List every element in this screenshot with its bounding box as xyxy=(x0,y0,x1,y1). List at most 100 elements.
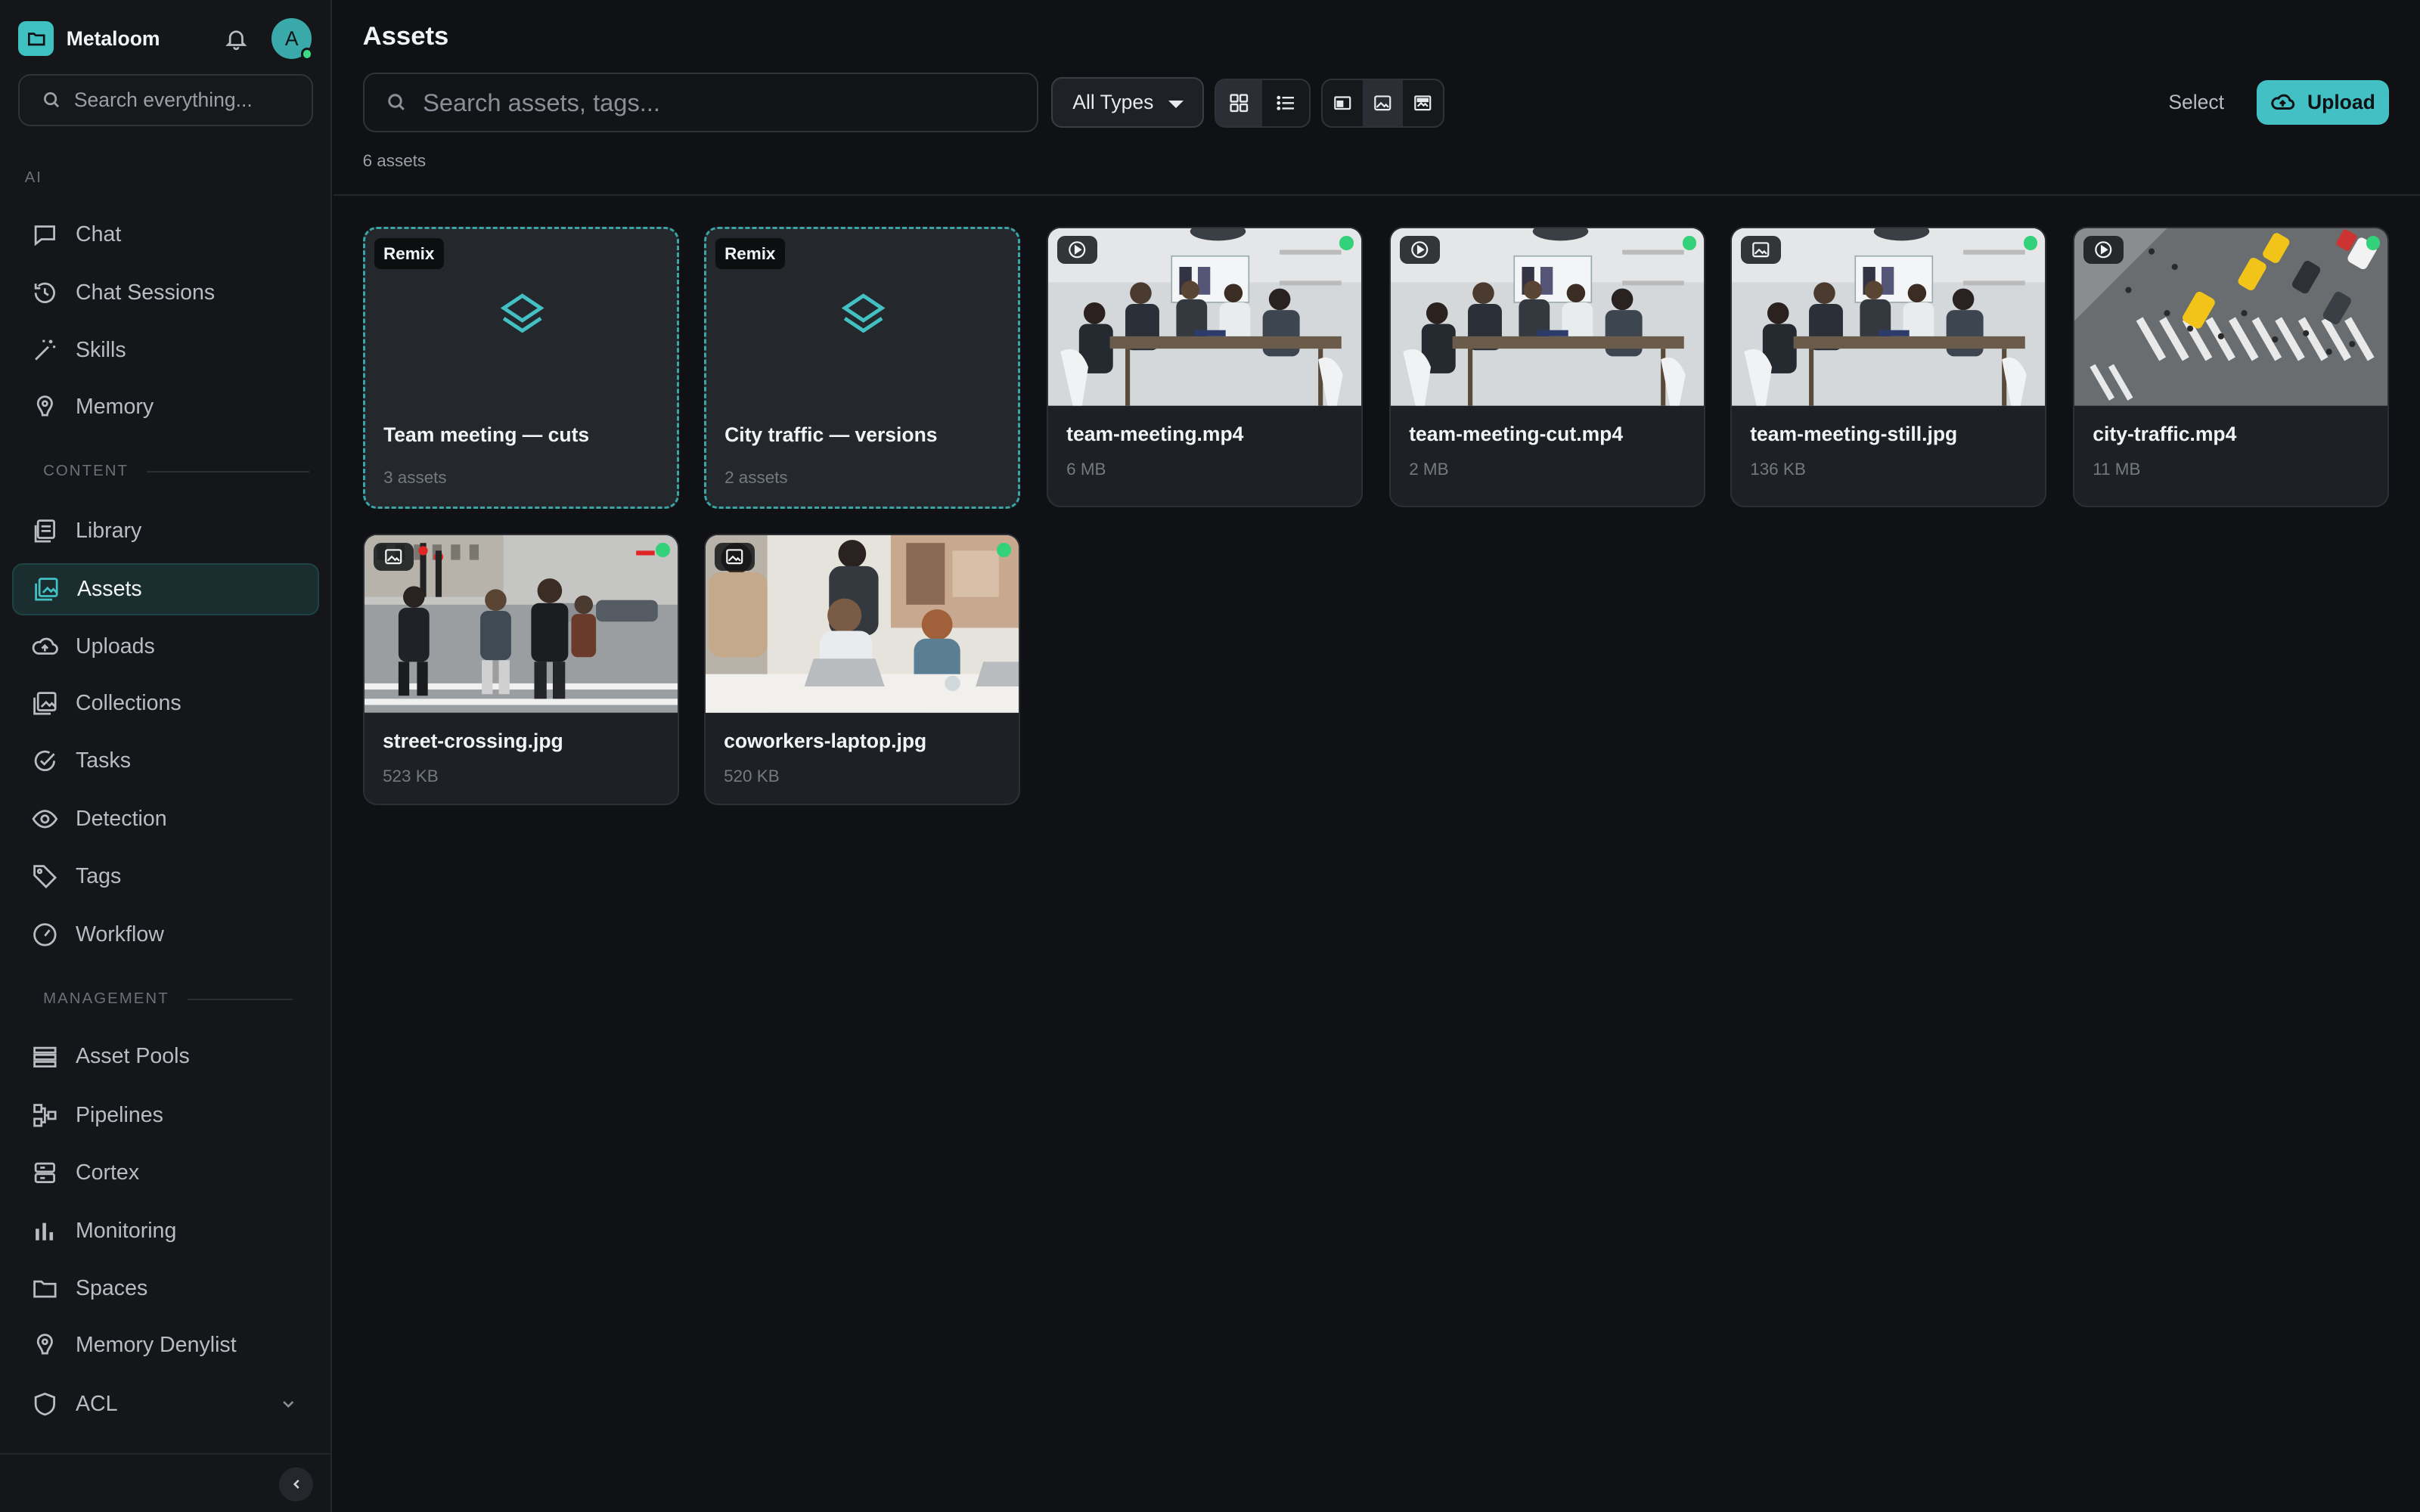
sidebar-item-library[interactable]: Library xyxy=(12,504,319,556)
collapse-sidebar-button[interactable] xyxy=(279,1467,314,1501)
list-icon xyxy=(1277,96,1294,111)
thumb-large-button[interactable] xyxy=(1403,80,1443,126)
asset-meta: 2 assets xyxy=(724,468,788,488)
asset-meta: 2 MB xyxy=(1409,460,1449,479)
memory-icon xyxy=(36,395,53,417)
eye-icon xyxy=(32,810,58,829)
sidebar-item-assets[interactable]: Assets xyxy=(12,562,320,616)
sidebar-item-monitoring[interactable]: Monitoring xyxy=(12,1205,319,1257)
type-filter-select[interactable]: All Types xyxy=(1050,77,1204,129)
pool-icon xyxy=(33,1046,57,1067)
cloud-upload-icon xyxy=(2271,94,2295,110)
asset-name: city-traffic.mp4 xyxy=(2093,423,2237,446)
remix-badge: Remix xyxy=(374,238,444,270)
avatar-initial: A xyxy=(284,26,299,50)
sidebar-item-tasks[interactable]: Tasks xyxy=(12,734,319,786)
list-view-button[interactable] xyxy=(1262,80,1308,126)
status-dot xyxy=(1339,236,1354,250)
grid-view-button[interactable] xyxy=(1216,80,1263,127)
asset-search[interactable] xyxy=(362,72,1039,133)
sidebar-item-memory[interactable]: Memory xyxy=(12,381,319,433)
video-type-icon xyxy=(2083,236,2124,264)
sidebar-item-detection[interactable]: Detection xyxy=(12,793,319,845)
folder-logo-icon xyxy=(18,20,54,57)
asset-meta: 520 KB xyxy=(724,767,780,786)
tag-icon xyxy=(33,864,57,888)
asset-meta: 523 KB xyxy=(383,767,439,786)
sidebar-item-asset-pools[interactable]: Asset Pools xyxy=(12,1030,319,1083)
asset-search-input[interactable] xyxy=(423,88,1010,117)
section-label-content: CONTENT xyxy=(43,463,309,480)
sidebar-item-spaces[interactable]: Spaces xyxy=(12,1262,319,1314)
view-mode-toggle xyxy=(1215,79,1311,129)
video-type-icon xyxy=(1399,236,1440,264)
grid-icon xyxy=(1230,94,1249,113)
image-icon xyxy=(1374,95,1392,111)
type-filter-value: All Types xyxy=(1072,91,1154,114)
select-button[interactable]: Select xyxy=(2168,91,2224,114)
sidebar-item-tags[interactable]: Tags xyxy=(12,850,319,902)
asset-card[interactable]: team-meeting.mp4 6 MB xyxy=(1046,226,1364,508)
asset-name: Team meeting — cuts xyxy=(383,423,590,447)
status-dot xyxy=(1682,236,1696,250)
chevron-down-icon[interactable] xyxy=(279,1395,297,1413)
sidebar-item-chat-sessions[interactable]: Chat Sessions xyxy=(12,267,319,319)
avatar[interactable]: A xyxy=(271,18,314,60)
asset-card[interactable]: street-crossing.jpg 523 KB xyxy=(362,534,679,806)
sidebar-item-skills[interactable]: Skills xyxy=(12,324,319,376)
app-name: Metaloom xyxy=(66,26,160,50)
asset-meta: 11 MB xyxy=(2093,460,2141,479)
status-dot xyxy=(997,543,1011,557)
search-icon xyxy=(388,94,405,111)
asset-card[interactable]: city-traffic.mp4 11 MB xyxy=(2072,226,2390,508)
chat-icon xyxy=(34,225,55,246)
asset-group-card[interactable]: Remix City traffic — versions 2 assets xyxy=(703,226,1020,510)
cloud-upload-icon xyxy=(32,637,58,655)
asset-count: 6 assets xyxy=(362,150,427,170)
folder-icon xyxy=(33,1280,57,1298)
asset-card[interactable]: coworkers-laptop.jpg 520 KB xyxy=(703,534,1020,806)
brand[interactable]: Metaloom xyxy=(18,20,160,57)
thumbnail-large-icon xyxy=(1414,95,1432,111)
sidebar-item-acl[interactable]: ACL xyxy=(12,1377,319,1430)
header-divider xyxy=(333,194,2420,197)
asset-name: coworkers-laptop.jpg xyxy=(724,730,927,753)
sidebar-item-pipelines[interactable]: Pipelines xyxy=(12,1089,319,1142)
asset-card[interactable]: team-meeting-still.jpg 136 KB xyxy=(1730,226,2047,508)
sidebar-item-memory-denylist[interactable]: Memory Denylist xyxy=(12,1319,319,1371)
image-type-icon xyxy=(373,543,414,572)
asset-name: team-meeting-still.jpg xyxy=(1750,423,1958,446)
sidebar-item-collections[interactable]: Collections xyxy=(12,677,319,730)
sidebar-item-cortex[interactable]: Cortex xyxy=(12,1146,319,1198)
asset-meta: 6 MB xyxy=(1066,460,1106,479)
pipeline-icon xyxy=(33,1104,57,1127)
asset-name: team-meeting.mp4 xyxy=(1066,423,1244,446)
online-status-dot xyxy=(300,48,314,60)
image-type-icon xyxy=(1740,236,1782,264)
asset-group-card[interactable]: Remix Team meeting — cuts 3 assets xyxy=(362,226,679,510)
sidebar-item-chat[interactable]: Chat xyxy=(12,209,319,261)
thumbnail-small-icon xyxy=(1334,96,1351,110)
thumb-medium-button[interactable] xyxy=(1362,80,1404,127)
asset-name: City traffic — versions xyxy=(724,423,938,447)
sidebar: Metaloom A AI Chat Chat Sessions Skills … xyxy=(0,0,332,1512)
image-stack-icon xyxy=(35,578,58,601)
page-title: Assets xyxy=(362,21,449,51)
gauge-icon xyxy=(33,923,57,947)
main-content: Assets All Types Select Upload 6 assets xyxy=(333,0,2420,1512)
server-icon xyxy=(34,1162,55,1183)
upload-button[interactable]: Upload xyxy=(2256,80,2390,125)
thumb-small-button[interactable] xyxy=(1323,80,1363,126)
layers-icon xyxy=(500,293,544,333)
video-type-icon xyxy=(1056,236,1097,264)
asset-card[interactable]: team-meeting-cut.mp4 2 MB xyxy=(1388,226,1706,508)
bell-icon[interactable] xyxy=(224,26,249,51)
sidebar-item-uploads[interactable]: Uploads xyxy=(12,620,319,672)
layers-icon xyxy=(841,293,886,333)
global-search[interactable] xyxy=(18,73,314,127)
chevron-left-icon xyxy=(293,1479,299,1489)
sidebar-item-workflow[interactable]: Workflow xyxy=(12,909,319,961)
shield-icon xyxy=(34,1392,55,1416)
global-search-input[interactable] xyxy=(73,88,306,113)
collection-icon xyxy=(33,692,57,715)
